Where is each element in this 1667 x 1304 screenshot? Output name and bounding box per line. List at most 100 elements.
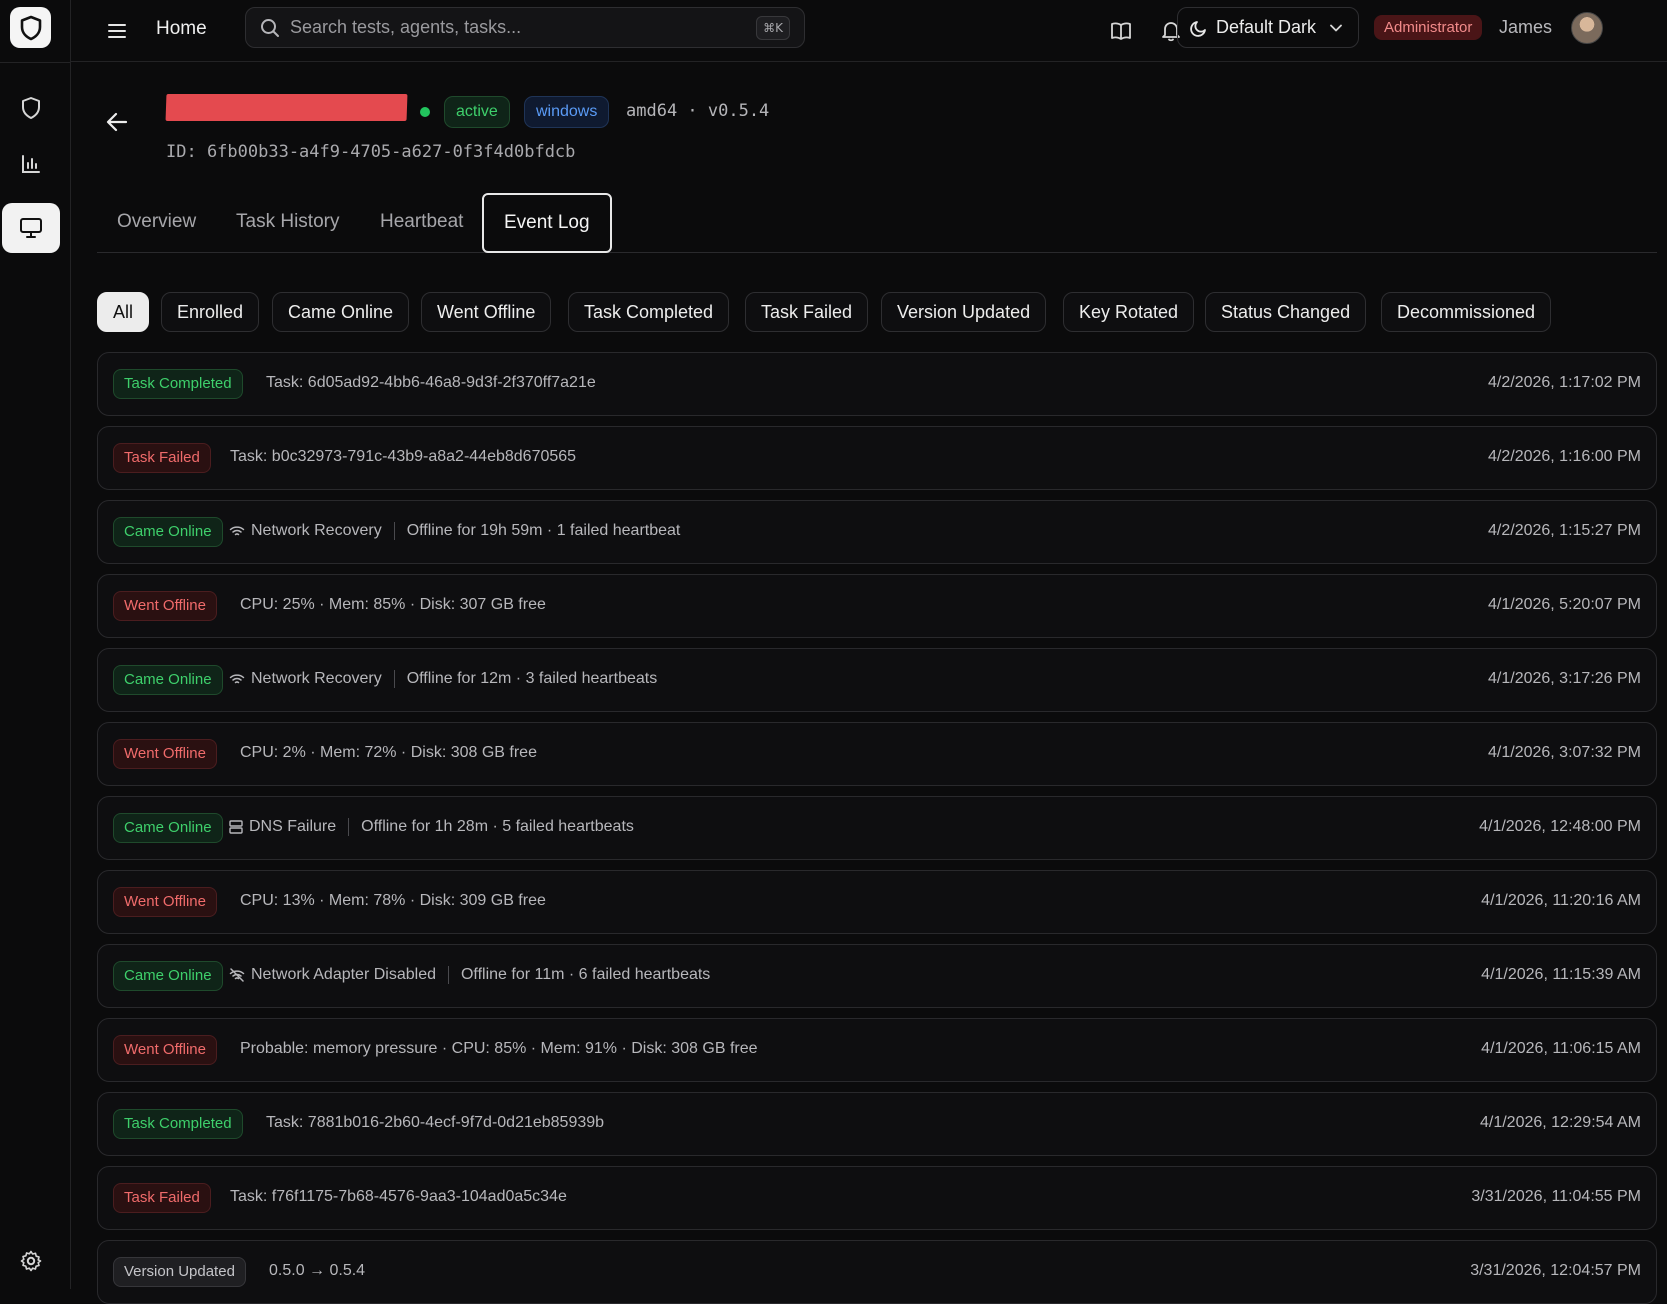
tab-task-history[interactable]: Task History	[216, 193, 359, 253]
event-timestamp: 4/1/2026, 3:07:32 PM	[1488, 744, 1641, 761]
tab-overview[interactable]: Overview	[97, 193, 216, 253]
event-timestamp: 4/2/2026, 1:15:27 PM	[1488, 522, 1641, 539]
filter-task-completed[interactable]: Task Completed	[568, 292, 730, 332]
event-detail: Task: b0c32973-791c-43b9-a8a2-44eb8d6705…	[230, 448, 577, 465]
event-timestamp: 4/1/2026, 5:20:07 PM	[1488, 596, 1641, 613]
agent-name	[165, 92, 408, 122]
app-logo-shield-icon[interactable]	[10, 7, 51, 48]
detail-separator	[348, 818, 350, 836]
agent-os-badge: windows	[524, 96, 610, 128]
event-detail-text: Offline for 1h 28m · 5 failed heartbeats	[361, 818, 634, 835]
event-detail: Task: 7881b016-2b60-4ecf-9f7d-0d21eb8593…	[266, 1114, 605, 1131]
event-detail: CPU: 2% · Mem: 72% · Disk: 308 GB free	[240, 744, 537, 761]
event-type-badge: Version Updated	[113, 1257, 246, 1287]
event-timestamp: 3/31/2026, 12:04:57 PM	[1470, 1262, 1641, 1279]
event-type-badge: Went Offline	[113, 739, 217, 769]
event-reason: Network Adapter Disabled	[251, 966, 436, 983]
event-row[interactable]: Went Offline CPU: 2% · Mem: 72% · Disk: …	[97, 722, 1657, 786]
search-input[interactable]	[290, 8, 710, 47]
menu-hamburger-icon[interactable]	[102, 16, 132, 46]
event-timestamp: 4/1/2026, 11:06:15 AM	[1481, 1040, 1641, 1057]
event-timestamp: 4/1/2026, 11:15:39 AM	[1481, 966, 1641, 983]
top-bar: Home ⌘K Default Dark Administrator James	[71, 0, 1667, 62]
search-icon	[260, 18, 280, 38]
filter-key-rotated[interactable]: Key Rotated	[1063, 292, 1195, 332]
wifi-icon	[229, 526, 245, 536]
global-search[interactable]: ⌘K	[245, 7, 805, 48]
event-row[interactable]: Went Offline CPU: 13% · Mem: 78% · Disk:…	[97, 870, 1657, 934]
filter-status-changed[interactable]: Status Changed	[1205, 292, 1367, 332]
theme-selector[interactable]: Default Dark	[1177, 7, 1359, 48]
event-type-badge: Came Online	[113, 961, 223, 991]
filter-went-offline[interactable]: Went Offline	[421, 292, 552, 332]
event-timestamp: 4/1/2026, 12:29:54 AM	[1479, 1114, 1641, 1131]
redaction-bar	[165, 94, 408, 121]
filter-came-online[interactable]: Came Online	[272, 292, 410, 332]
event-detail-text: Offline for 19h 59m · 1 failed heartbeat	[406, 522, 681, 539]
event-type-badge: Task Failed	[113, 443, 211, 473]
filter-enrolled[interactable]: Enrolled	[161, 292, 260, 332]
event-type-badge: Task Completed	[113, 369, 243, 399]
event-row[interactable]: Came Online Network Adapter Disabled Off…	[97, 944, 1657, 1008]
event-row[interactable]: Task Failed Task: b0c32973-791c-43b9-a8a…	[97, 426, 1657, 490]
event-row[interactable]: Came Online Network Recovery Offline for…	[97, 500, 1657, 564]
status-dot	[420, 107, 430, 117]
event-detail-text: Offline for 12m · 3 failed heartbeats	[406, 670, 658, 687]
event-reason: Network Recovery	[251, 522, 382, 539]
nav-security-shield-icon[interactable]	[2, 83, 60, 133]
event-row[interactable]: Went Offline Probable: memory pressure ·…	[97, 1018, 1657, 1082]
filter-all[interactable]: All	[97, 292, 150, 332]
search-shortcut-hint: ⌘K	[756, 16, 790, 40]
event-reason: Network Recovery	[251, 670, 382, 687]
event-row[interactable]: Version Updated 0.5.0 → 0.5.4 3/31/2026,…	[97, 1240, 1657, 1304]
user-avatar[interactable]	[1571, 12, 1603, 44]
event-detail: Network Adapter Disabled Offline for 11m…	[229, 966, 710, 984]
event-row[interactable]: Went Offline CPU: 25% · Mem: 85% · Disk:…	[97, 574, 1657, 638]
detail-separator	[393, 522, 395, 540]
event-detail: Task: 6d05ad92-4bb6-46a8-9d3f-2f370ff7a2…	[266, 374, 596, 391]
event-detail: CPU: 13% · Mem: 78% · Disk: 309 GB free	[240, 892, 546, 909]
nav-analytics-chart-icon[interactable]	[2, 139, 60, 189]
wifi-off-icon	[229, 968, 245, 982]
event-row[interactable]: Came Online DNS Failure Offline for 1h 2…	[97, 796, 1657, 860]
user-name[interactable]: James	[1499, 17, 1552, 38]
docs-book-icon[interactable]	[1106, 16, 1136, 46]
filter-version-updated[interactable]: Version Updated	[881, 292, 1047, 332]
event-detail: Network Recovery Offline for 12m · 3 fai…	[229, 670, 657, 688]
back-arrow-icon[interactable]	[106, 112, 128, 132]
event-type-badge: Task Completed	[113, 1109, 243, 1139]
event-row[interactable]: Task Completed Task: 7881b016-2b60-4ecf-…	[97, 1092, 1657, 1156]
event-type-badge: Came Online	[113, 813, 223, 843]
event-detail: CPU: 25% · Mem: 85% · Disk: 307 GB free	[240, 596, 546, 613]
tab-heartbeat[interactable]: Heartbeat	[360, 193, 483, 253]
agent-id: ID: 6fb00b33-a4f9-4705-a627-0f3f4d0bfdcb	[166, 142, 576, 162]
theme-label: Default Dark	[1216, 17, 1317, 37]
event-detail: Network Recovery Offline for 19h 59m · 1…	[229, 522, 680, 540]
event-type-badge: Came Online	[113, 517, 223, 547]
event-timestamp: 4/2/2026, 1:16:00 PM	[1488, 448, 1641, 465]
detail-separator	[447, 966, 449, 984]
event-detail: DNS Failure Offline for 1h 28m · 5 faile…	[229, 818, 634, 836]
event-timestamp: 3/31/2026, 11:04:55 PM	[1471, 1188, 1641, 1205]
event-row[interactable]: Task Completed Task: 6d05ad92-4bb6-46a8-…	[97, 352, 1657, 416]
left-rail	[0, 0, 71, 1289]
event-timestamp: 4/1/2026, 3:17:26 PM	[1488, 670, 1641, 687]
detail-separator	[393, 670, 395, 688]
event-detail-text: Offline for 11m · 6 failed heartbeats	[460, 966, 711, 983]
chevron-down-icon	[1330, 24, 1342, 31]
event-type-badge: Went Offline	[113, 1035, 217, 1065]
nav-agents-monitor-icon[interactable]	[2, 203, 60, 253]
filter-decommissioned[interactable]: Decommissioned	[1381, 292, 1552, 332]
event-timestamp: 4/1/2026, 12:48:00 PM	[1479, 818, 1641, 835]
page-title: Home	[156, 18, 207, 39]
role-badge: Administrator	[1374, 15, 1483, 40]
event-detail: Probable: memory pressure · CPU: 85% · M…	[240, 1040, 758, 1057]
event-timestamp: 4/1/2026, 11:20:16 AM	[1481, 892, 1641, 909]
tab-event-log[interactable]: Event Log	[482, 193, 612, 253]
event-row[interactable]: Came Online Network Recovery Offline for…	[97, 648, 1657, 712]
event-detail: 0.5.0 → 0.5.4	[269, 1262, 366, 1279]
filter-task-failed[interactable]: Task Failed	[745, 292, 869, 332]
settings-gear-icon[interactable]	[2, 1236, 60, 1286]
event-row[interactable]: Task Failed Task: f76f1175-7b68-4576-9aa…	[97, 1166, 1657, 1230]
event-type-badge: Task Failed	[113, 1183, 211, 1213]
